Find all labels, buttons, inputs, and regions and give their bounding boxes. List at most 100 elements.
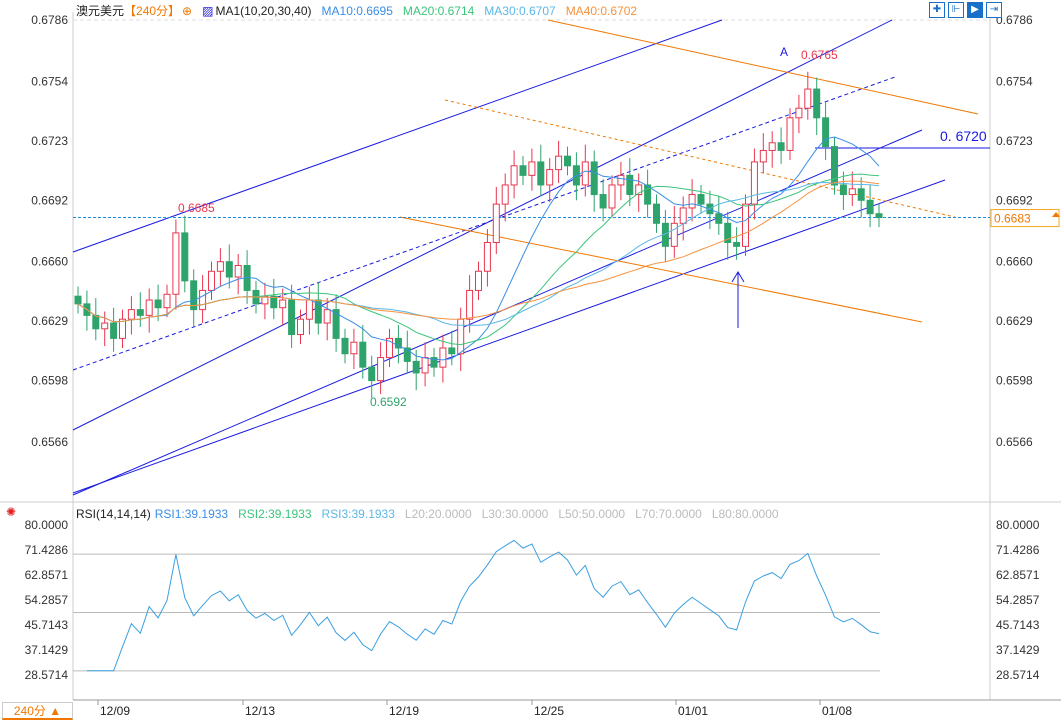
price-tick-left: 0.6786 [31, 13, 68, 27]
candle-body [519, 165, 527, 176]
candle-body [670, 222, 678, 247]
rsi-settings-icon[interactable]: ✺ [6, 505, 16, 519]
candle-body [786, 117, 794, 151]
ma10-line [77, 136, 880, 361]
last-price-value: 0.6683 [994, 212, 1031, 226]
candle-body [510, 165, 518, 186]
range-icon[interactable]: ⊩ [948, 2, 964, 18]
candle-body [412, 360, 420, 374]
channel-lower-line [72, 179, 946, 494]
price-tick-right: 0.6692 [996, 193, 1033, 207]
candle-body [74, 295, 82, 305]
candle-body [216, 261, 224, 272]
candle-body [715, 213, 723, 224]
rsi-tick-left: 62.8571 [25, 568, 69, 582]
candle-body [759, 149, 767, 163]
ma40-value: MA40:0.6702 [565, 4, 638, 18]
rsi-line [86, 539, 880, 672]
ma20-value: MA20:0.6714 [402, 4, 475, 18]
rsi-tick-left: 37.1429 [25, 643, 69, 657]
candle-body [181, 232, 189, 282]
price-tick-right: 0.6723 [996, 134, 1033, 148]
candle-body [546, 169, 554, 186]
crosshair-icon[interactable]: ✚ [929, 2, 945, 18]
play-icon[interactable]: ▶ [967, 2, 983, 18]
candle-body [528, 161, 536, 176]
chart-canvas[interactable]: 0.6786 0.67860.6754 0.67540.6723 0.67230.66… [0, 0, 1061, 722]
ma-indicator-name: MA1(10,20,30,40) [215, 4, 312, 18]
rsi-tick-right: 62.8571 [996, 568, 1040, 582]
rsi-tick-left: 28.5714 [25, 668, 69, 682]
candle-body [127, 309, 135, 320]
candle-body [154, 299, 162, 309]
candle-body [234, 265, 242, 278]
low-label: 0.6592 [370, 395, 407, 409]
candle-body [697, 194, 705, 205]
candle-body [581, 161, 589, 186]
time-tick-label: 12/25 [534, 704, 564, 718]
symbol-name: 澳元美元 [76, 4, 125, 18]
candle-body [341, 337, 349, 355]
candle-body [564, 155, 571, 167]
candle-body [466, 289, 474, 320]
rsi3-value: RSI3:39.1933 [321, 507, 395, 521]
time-tick-label: 12/19 [389, 704, 419, 718]
channel-upper2-line [72, 19, 893, 431]
candle-body [92, 314, 100, 330]
candle-body [537, 161, 545, 186]
rsi-tick-right: 54.2857 [996, 593, 1040, 607]
candle-body [145, 299, 153, 316]
candle-body [857, 188, 865, 201]
candle-body [555, 155, 563, 171]
l80-value: L80:80.0000 [711, 507, 779, 521]
candle-body [421, 357, 429, 374]
price-tick-left: 0.6629 [31, 314, 68, 328]
price-tick-left: 0.6566 [31, 435, 68, 449]
candle-body [350, 341, 358, 355]
candle-body [599, 194, 607, 209]
candle-body [323, 309, 331, 324]
candle-body [626, 174, 634, 196]
price-tick-right: 0.6598 [996, 374, 1033, 388]
candle-body [288, 299, 296, 336]
candle-body [768, 142, 776, 151]
target-icon[interactable]: ⊕ [182, 4, 192, 18]
candle-body [866, 199, 874, 215]
candle-body [439, 347, 447, 368]
candle-body [839, 184, 847, 196]
rsi-header: RSI(14,14,14) RSI1:39.1933 RSI2:39.1933 RSI… [76, 507, 789, 521]
price-tick-right: 0.6660 [996, 255, 1033, 269]
price-tick-left: 0.6598 [31, 374, 68, 388]
candle-body [377, 357, 385, 382]
rsi-name: RSI(14,14,14) [76, 507, 151, 521]
rsi-tick-right: 37.1429 [996, 643, 1040, 657]
l50-value: L50:50.0000 [558, 507, 626, 521]
candle-body [359, 341, 367, 368]
chart-toolbar: ✚ ⊩ ▶ ⇥ [929, 2, 1002, 18]
time-tick-label: 12/09 [100, 704, 130, 718]
candle-body [305, 299, 313, 320]
candle-body [848, 188, 856, 196]
candle-body [813, 88, 821, 119]
candle-body [875, 213, 883, 219]
candle-body [688, 194, 696, 209]
candle-body [501, 184, 509, 205]
left-high-label: 0.6685 [178, 201, 215, 215]
rsi-tick-left: 71.4286 [25, 543, 69, 557]
rsi-tick-right: 28.5714 [996, 668, 1040, 682]
high-marker-label: A [780, 45, 788, 59]
price-tick-right: 0.6754 [996, 74, 1033, 88]
candle-body [457, 318, 465, 355]
indicator-icon[interactable]: ▨ [202, 4, 213, 18]
candle-body [492, 203, 500, 243]
candle-body [777, 142, 785, 151]
candle-body [617, 174, 625, 186]
time-tick-label: 12/13 [245, 704, 275, 718]
candle-body [136, 309, 144, 316]
candle-body [368, 366, 376, 382]
ma30-value: MA30:0.6707 [484, 4, 556, 18]
rsi2-value: RSI2:39.1933 [238, 507, 312, 521]
l20-value: L20:20.0000 [404, 507, 472, 521]
move-right-icon[interactable]: ⇥ [986, 2, 1002, 18]
period-selector-button[interactable]: 240分 ▲ [2, 702, 73, 720]
